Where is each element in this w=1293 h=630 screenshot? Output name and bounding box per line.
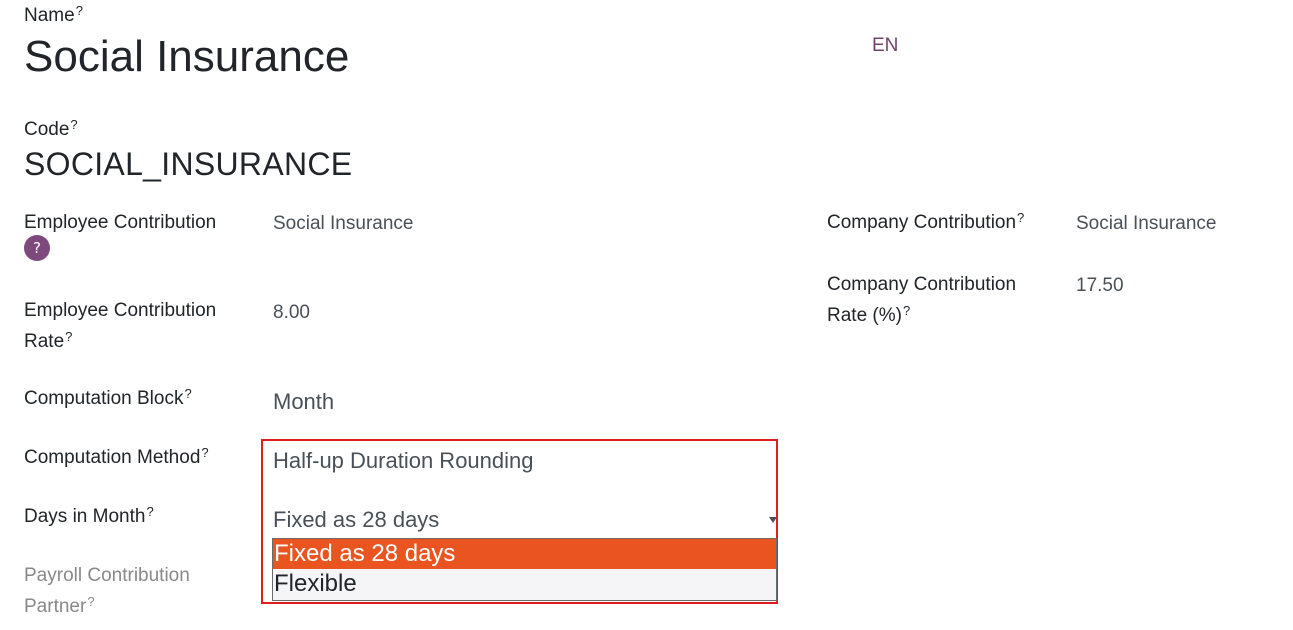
employee-contribution-rate-label: Employee Contribution Rate? <box>24 300 217 352</box>
option-flexible[interactable]: Flexible <box>273 569 776 599</box>
help-icon[interactable]: ? <box>146 504 153 519</box>
help-icon[interactable]: ? <box>87 594 94 609</box>
name-label: Name? <box>24 3 83 26</box>
language-button[interactable]: EN <box>872 35 898 57</box>
help-icon[interactable]: ? <box>76 3 83 18</box>
help-icon[interactable]: ? <box>24 235 50 261</box>
code-label: Code? <box>24 117 78 140</box>
days-in-month-select[interactable]: Fixed as 28 days <box>273 507 439 533</box>
computation-method-select[interactable]: Half-up Duration Rounding <box>273 448 534 474</box>
help-icon[interactable]: ? <box>201 445 208 460</box>
company-contribution-value[interactable]: Social Insurance <box>1076 213 1216 235</box>
help-icon[interactable]: ? <box>184 386 191 401</box>
record-name-input[interactable]: Social Insurance <box>24 32 349 82</box>
computation-method-label: Computation Method? <box>24 445 209 468</box>
company-contribution-rate-value[interactable]: 17.50 <box>1076 275 1124 297</box>
employee-contribution-label: Employee Contribution <box>24 212 217 233</box>
company-contribution-rate-label: Company Contribution Rate (%)? <box>827 274 1017 326</box>
help-icon[interactable]: ? <box>65 329 72 344</box>
company-contribution-label: Company Contribution? <box>827 210 1025 233</box>
days-in-month-label: Days in Month? <box>24 504 154 527</box>
employee-contribution-rate-value[interactable]: 8.00 <box>273 302 310 324</box>
option-fixed-28-days[interactable]: Fixed as 28 days <box>273 539 776 569</box>
computation-block-value[interactable]: Month <box>273 389 334 415</box>
help-icon[interactable]: ? <box>903 303 910 318</box>
computation-block-label: Computation Block? <box>24 386 192 409</box>
chevron-down-icon[interactable] <box>769 517 777 523</box>
help-icon[interactable]: ? <box>1017 210 1024 225</box>
days-in-month-options: Fixed as 28 days Flexible <box>272 538 777 601</box>
help-icon[interactable]: ? <box>70 117 77 132</box>
code-input[interactable]: SOCIAL_INSURANCE <box>24 146 352 183</box>
payroll-contribution-partner-label: Payroll Contribution Partner? <box>24 565 190 617</box>
employee-contribution-value[interactable]: Social Insurance <box>273 213 413 235</box>
